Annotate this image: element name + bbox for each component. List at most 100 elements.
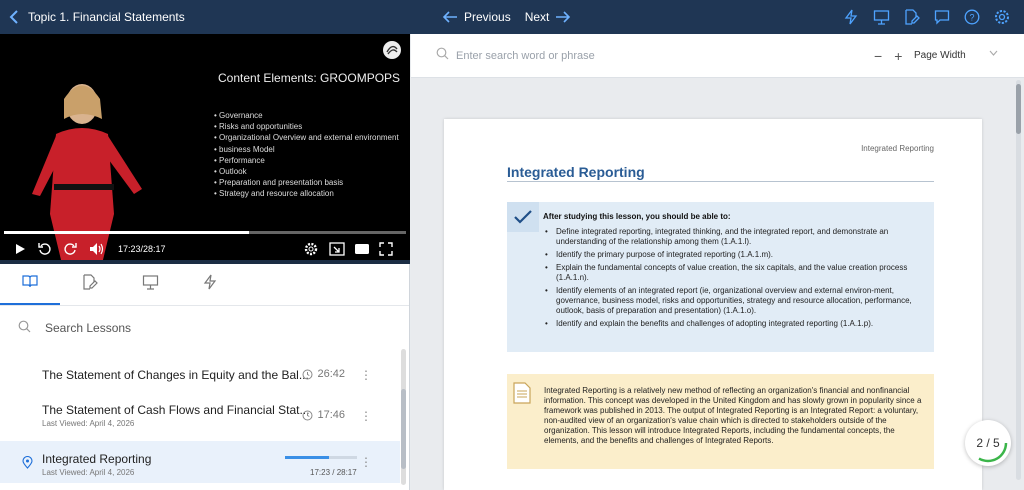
video-player[interactable]: Content Elements: GROOMPOPS Governance R… xyxy=(0,34,410,264)
edit-note-icon xyxy=(82,274,98,295)
video-settings-icon[interactable] xyxy=(304,242,318,256)
zoom-out-button[interactable]: − xyxy=(874,48,882,64)
page-indicator[interactable]: 2 / 5 xyxy=(965,420,1011,466)
document-search-bar[interactable]: Enter search word or phrase − + Page Wid… xyxy=(411,34,1024,78)
note-text: Integrated Reporting is a relatively new… xyxy=(544,386,922,445)
next-label: Next xyxy=(524,10,550,24)
tab-lessons[interactable] xyxy=(0,264,60,305)
lesson-progress-bar xyxy=(285,456,357,459)
picture-in-picture-icon[interactable] xyxy=(329,242,345,256)
previous-label: Previous xyxy=(464,10,511,24)
lesson-progress-fill xyxy=(285,456,329,459)
flash-icon xyxy=(202,274,218,295)
page-progress-ring-icon xyxy=(978,442,1008,463)
presenter-image xyxy=(32,84,142,264)
slide-element: Governance xyxy=(214,110,399,121)
scrollbar-thumb[interactable] xyxy=(1016,84,1021,134)
more-options-icon[interactable]: ⋮ xyxy=(360,409,372,423)
presentation-icon[interactable] xyxy=(873,9,890,25)
page-width-label: Page Width xyxy=(914,50,966,61)
presentation-icon xyxy=(142,274,159,295)
clock-icon xyxy=(302,369,313,379)
top-bar: Topic 1. Financial Statements Previous N… xyxy=(0,0,1024,34)
comment-icon[interactable] xyxy=(934,9,950,25)
scrollbar-thumb[interactable] xyxy=(401,389,406,469)
book-icon xyxy=(22,274,38,293)
objective-item: Identify the primary purpose of integrat… xyxy=(543,250,918,260)
page-running-header: Integrated Reporting xyxy=(861,144,934,153)
objectives-list: Define integrated reporting, integrated … xyxy=(543,227,918,332)
lesson-item[interactable]: The Statement of Changes in Equity and t… xyxy=(0,357,400,393)
slide-element: Outlook xyxy=(214,166,399,177)
panel-tabs xyxy=(0,264,409,306)
note-box: Integrated Reporting is a relatively new… xyxy=(507,374,934,469)
objectives-lead: After studying this lesson, you should b… xyxy=(543,212,731,221)
lesson-nav: Previous Next xyxy=(442,0,571,34)
page-width-select[interactable]: Page Width xyxy=(914,50,998,61)
slide-element: Strategy and resource allocation xyxy=(214,188,399,199)
objective-item: Identify and explain the benefits and ch… xyxy=(543,319,918,329)
document-icon xyxy=(513,382,531,409)
arrow-right-icon xyxy=(556,11,571,23)
tab-flashcards[interactable] xyxy=(180,264,240,305)
duration-text: 26:42 xyxy=(317,368,345,380)
volume-icon[interactable] xyxy=(89,242,105,256)
flash-icon[interactable] xyxy=(843,9,859,25)
lesson-progress-time: 17:23 / 28:17 xyxy=(310,468,357,477)
lesson-item-active[interactable]: Integrated Reporting Last Viewed: April … xyxy=(0,441,400,483)
search-icon xyxy=(436,47,449,65)
location-pin-icon xyxy=(22,455,33,474)
play-icon[interactable] xyxy=(14,243,26,255)
tab-presentation[interactable] xyxy=(120,264,180,305)
zoom-in-button[interactable]: + xyxy=(894,48,902,64)
slide-element: Organizational Overview and external env… xyxy=(214,132,399,143)
last-viewed-text: Last Viewed: April 4, 2026 xyxy=(42,419,135,428)
checkmark-icon xyxy=(507,202,539,232)
clock-icon xyxy=(302,410,313,420)
brand-logo-icon xyxy=(382,40,402,65)
document-viewer: Enter search word or phrase − + Page Wid… xyxy=(411,34,1024,490)
video-progress-bar[interactable] xyxy=(4,231,406,234)
video-controls: 17:23/28:17 xyxy=(0,238,410,260)
fullscreen-icon[interactable] xyxy=(379,242,393,256)
search-lessons-placeholder: Search Lessons xyxy=(45,321,132,335)
topic-title: Topic 1. Financial Statements xyxy=(28,10,185,24)
document-scrollbar[interactable] xyxy=(1016,80,1021,480)
video-progress-fill xyxy=(4,231,250,234)
zoom-controls: − + xyxy=(874,48,902,64)
search-icon xyxy=(18,320,31,336)
previous-button[interactable]: Previous xyxy=(442,10,511,24)
rewind-icon[interactable] xyxy=(38,242,52,256)
lesson-duration: 26:42 xyxy=(302,368,345,380)
help-icon[interactable]: ? xyxy=(964,9,980,25)
chevron-down-icon xyxy=(989,50,998,56)
lessons-scrollbar[interactable] xyxy=(401,349,406,485)
toolbar-icons: ? xyxy=(843,0,1010,34)
captions-icon[interactable] xyxy=(354,243,370,255)
lesson-title: The Statement of Cash Flows and Financia… xyxy=(42,403,310,417)
more-options-icon[interactable]: ⋮ xyxy=(360,368,372,382)
slide-element: Preparation and presentation basis xyxy=(214,177,399,188)
objective-item: Identify elements of an integrated repor… xyxy=(543,286,918,316)
slide-element: Risks and opportunities xyxy=(214,121,399,132)
document-page: Integrated Reporting Integrated Reportin… xyxy=(444,119,982,490)
page-title: Integrated Reporting xyxy=(507,164,645,180)
objective-item: Explain the fundamental concepts of valu… xyxy=(543,263,918,283)
lesson-search[interactable]: Search Lessons xyxy=(0,306,409,350)
lesson-title: Integrated Reporting xyxy=(42,452,152,466)
title-underline xyxy=(507,181,934,182)
slide-element: business Model xyxy=(214,144,399,155)
settings-icon[interactable] xyxy=(994,9,1010,25)
lesson-duration: 17:46 xyxy=(302,409,345,421)
next-button[interactable]: Next xyxy=(525,10,572,24)
edit-note-icon[interactable] xyxy=(904,9,920,25)
tab-notes[interactable] xyxy=(60,264,120,305)
duration-text: 17:46 xyxy=(317,409,345,421)
video-time: 17:23/28:17 xyxy=(118,244,166,254)
more-options-icon[interactable]: ⋮ xyxy=(360,455,372,469)
lesson-item[interactable]: The Statement of Cash Flows and Financia… xyxy=(0,392,400,428)
arrow-left-icon xyxy=(442,11,457,23)
forward-icon[interactable] xyxy=(63,242,77,256)
back-chevron-icon[interactable] xyxy=(0,10,28,24)
slide-elements-list: Governance Risks and opportunities Organ… xyxy=(214,110,399,200)
